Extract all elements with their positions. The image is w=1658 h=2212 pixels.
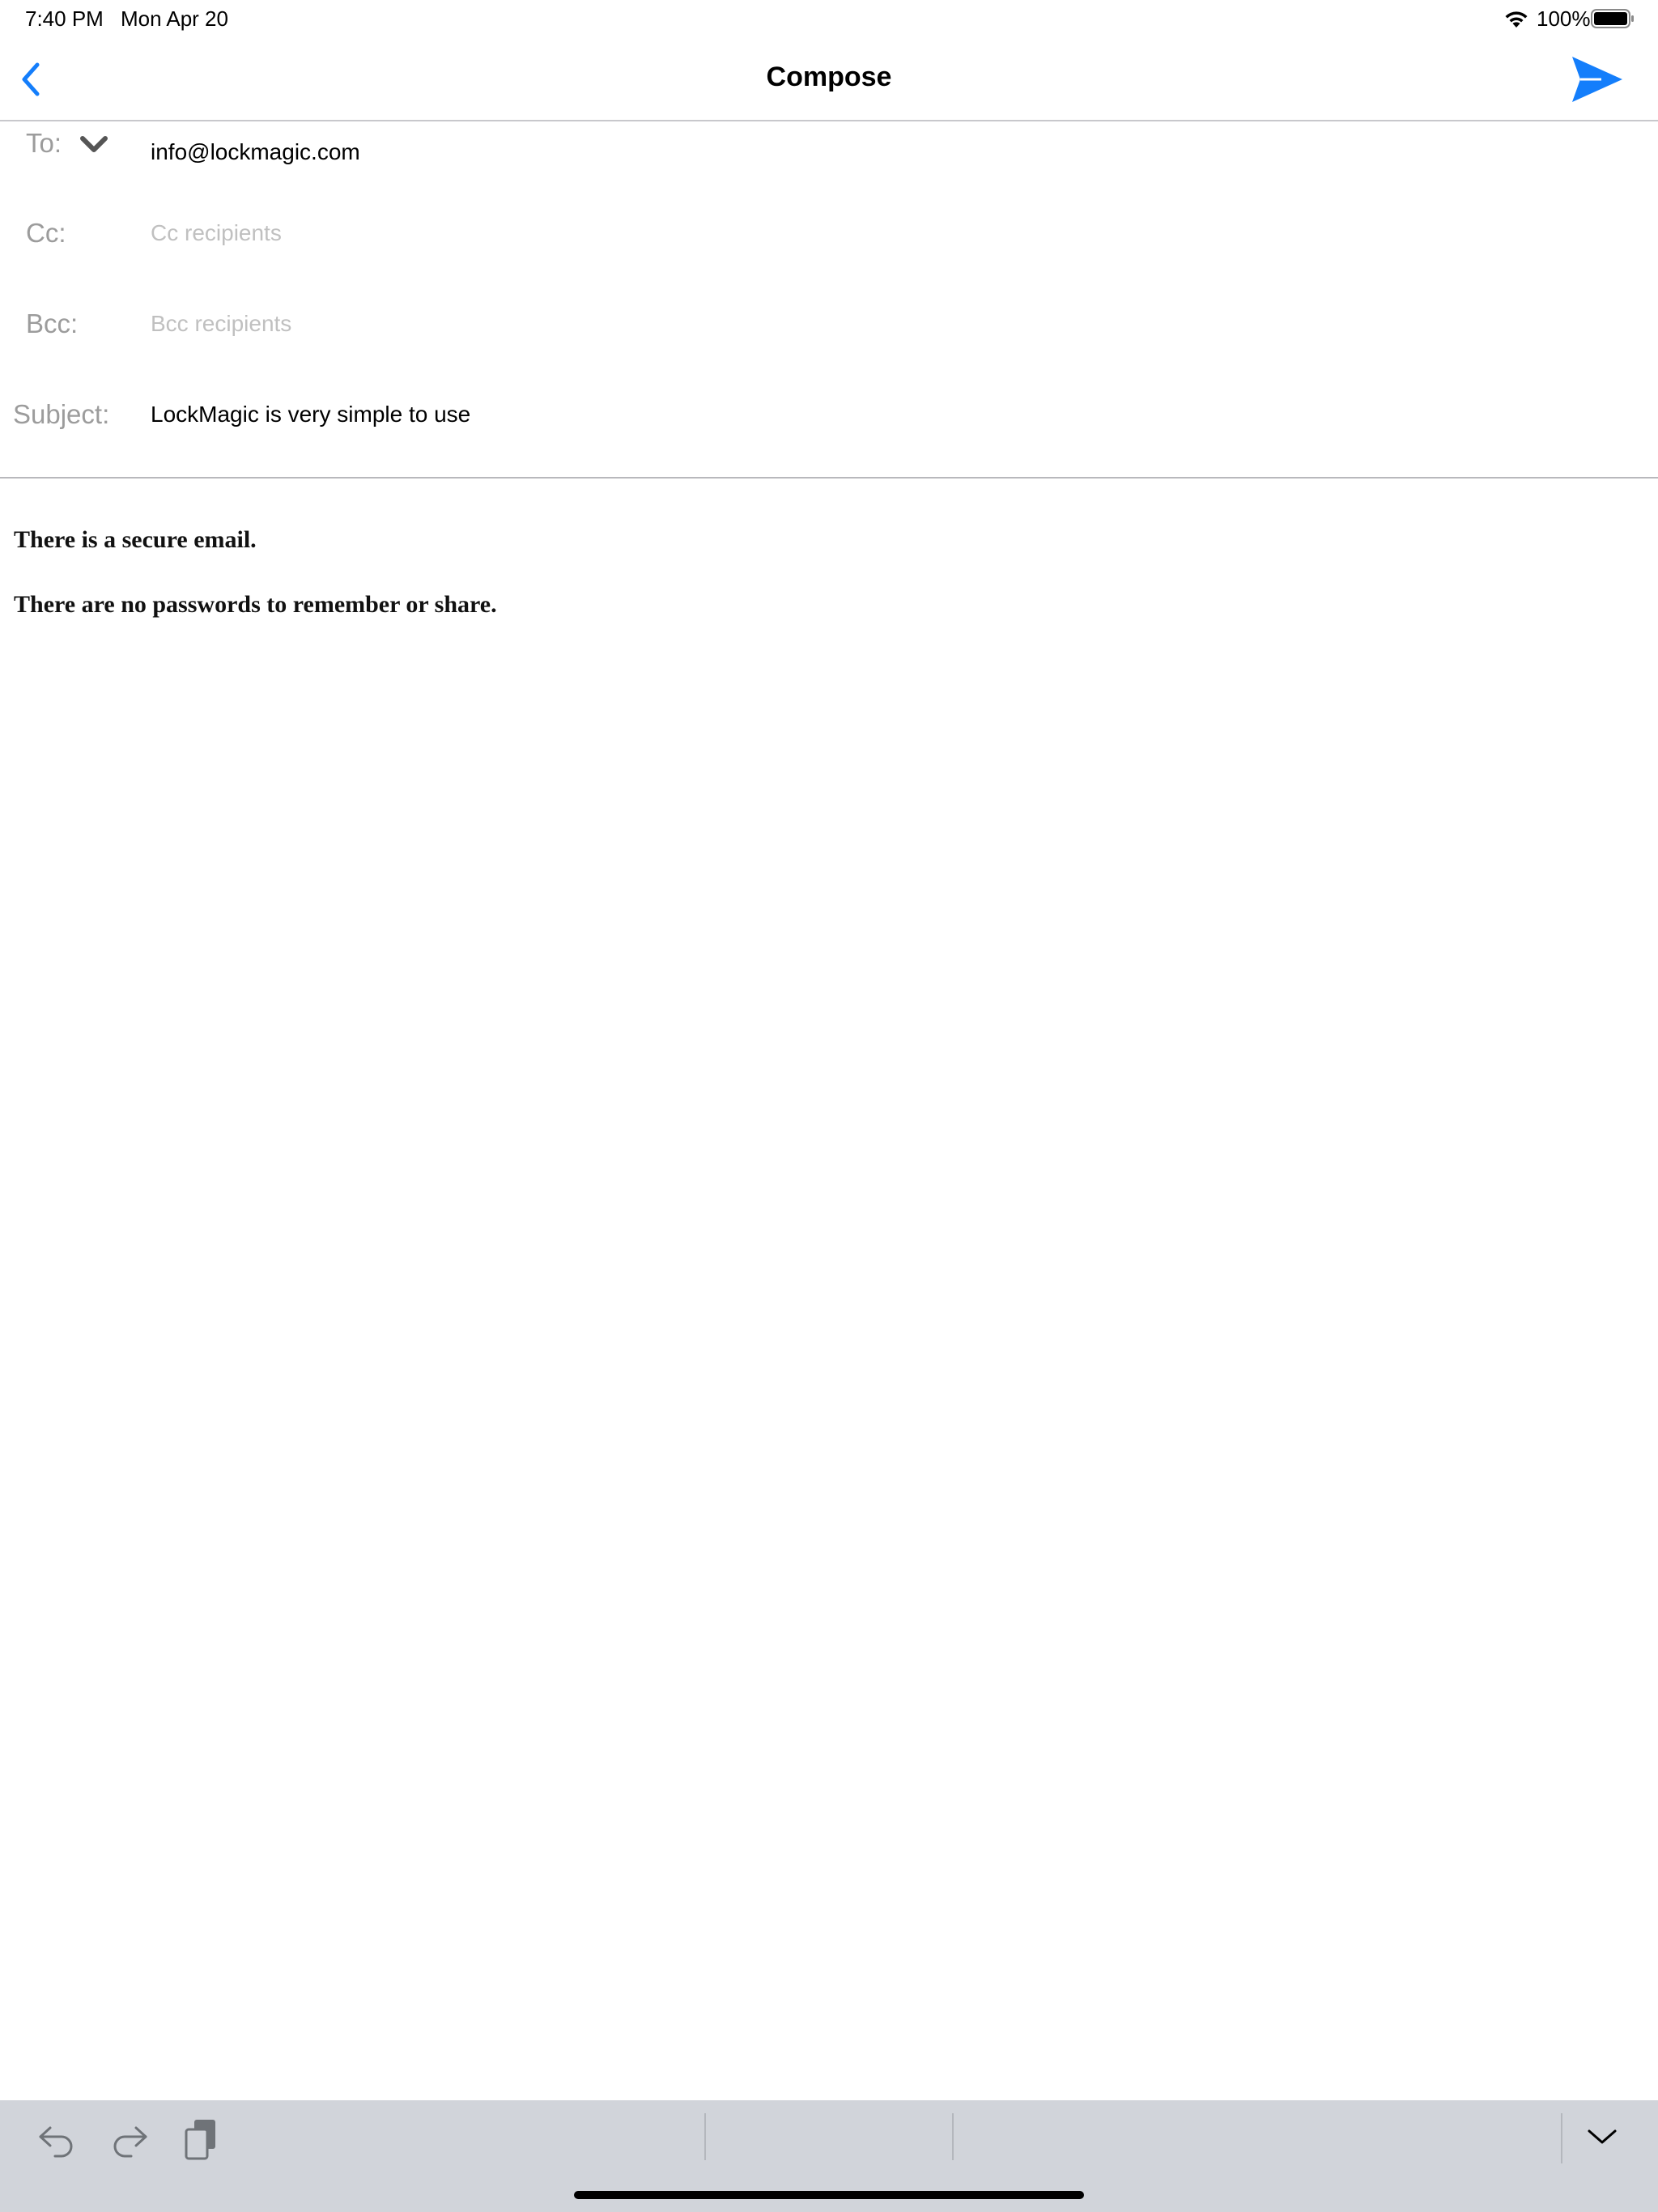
battery-percent: 100% bbox=[1537, 6, 1591, 31]
toolbar-separator bbox=[952, 2113, 954, 2160]
toolbar-separator bbox=[704, 2113, 706, 2160]
navigation-bar: Compose bbox=[0, 39, 1658, 121]
toolbar-separator bbox=[1561, 2113, 1562, 2163]
status-bar: 7:40 PM Mon Apr 20 100% bbox=[0, 0, 1658, 39]
cc-field[interactable] bbox=[151, 219, 1608, 248]
dismiss-keyboard-button[interactable] bbox=[1585, 2125, 1619, 2149]
chevron-down-icon bbox=[1588, 2129, 1617, 2144]
to-label: To: bbox=[26, 128, 62, 158]
page-title: Compose bbox=[766, 62, 892, 92]
paper-plane-send-icon bbox=[1572, 57, 1622, 102]
status-date: Mon Apr 20 bbox=[121, 6, 228, 31]
subject-label: Subject: bbox=[13, 399, 110, 429]
battery-icon bbox=[1591, 9, 1634, 28]
compose-screen: 7:40 PM Mon Apr 20 100% Compose To: info… bbox=[0, 0, 1658, 2212]
bcc-field[interactable] bbox=[151, 309, 1608, 338]
home-indicator[interactable] bbox=[574, 2191, 1084, 2199]
redo-icon[interactable] bbox=[108, 2121, 151, 2159]
subject-field[interactable] bbox=[151, 400, 1608, 429]
status-time: 7:40 PM bbox=[25, 6, 104, 31]
to-recipient[interactable]: info@lockmagic.com bbox=[151, 139, 360, 165]
send-button[interactable] bbox=[1569, 53, 1626, 105]
cc-label: Cc: bbox=[26, 218, 66, 248]
paste-icon[interactable] bbox=[183, 2116, 220, 2162]
wifi-icon bbox=[1505, 11, 1528, 28]
body-line: There is a secure email. bbox=[14, 526, 257, 553]
chevron-down-icon bbox=[80, 136, 108, 152]
to-expand-button[interactable] bbox=[78, 132, 110, 156]
bcc-label: Bcc: bbox=[26, 308, 79, 338]
header-divider bbox=[0, 477, 1658, 479]
undo-icon[interactable] bbox=[36, 2121, 78, 2159]
body-line: There are no passwords to remember or sh… bbox=[14, 591, 497, 618]
